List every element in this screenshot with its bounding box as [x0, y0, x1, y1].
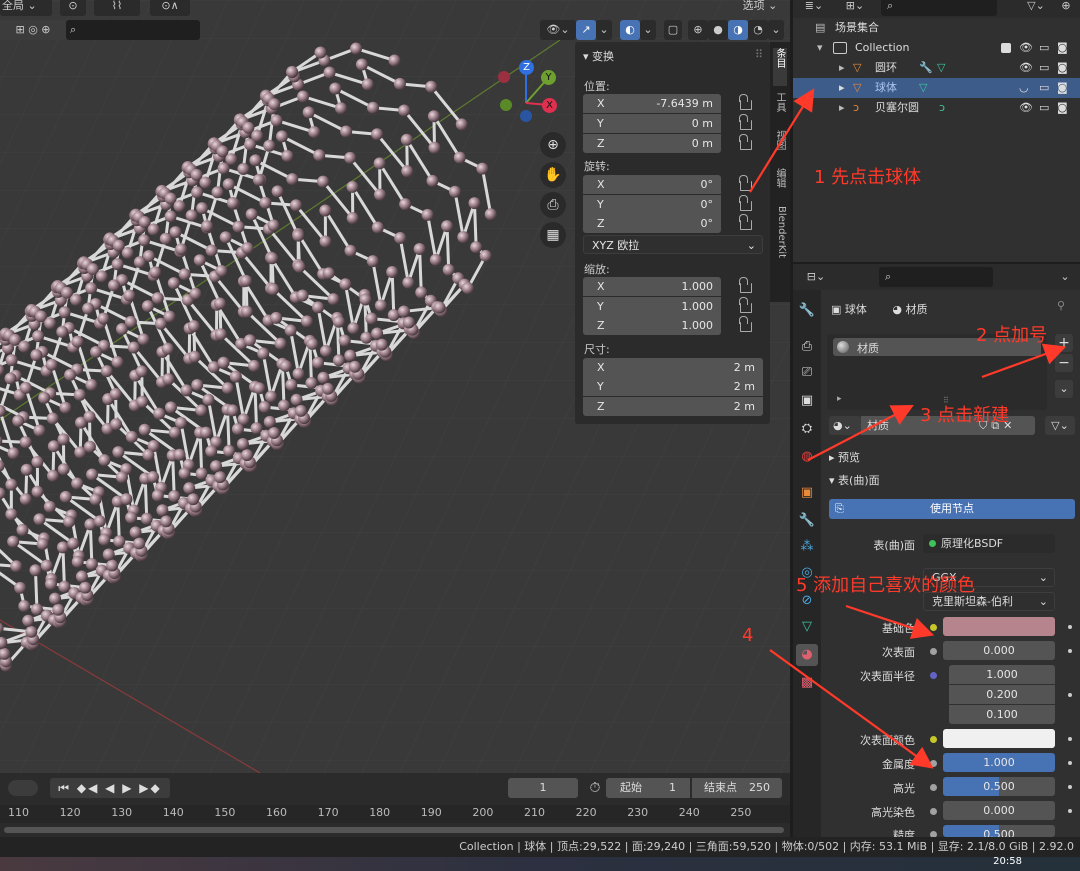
arrow-4 [769, 649, 934, 769]
annotation-step-5: 5 添加自己喜欢的颜色 [796, 575, 976, 596]
annotation-step-1: 1 先点击球体 [814, 167, 922, 188]
annotation-step-2: 2 点加号 [976, 325, 1048, 346]
arrow-3 [807, 404, 914, 461]
annotation-arrows [749, 88, 1067, 769]
annotation-step-4: 4 [742, 625, 754, 646]
arrow-1 [749, 88, 815, 193]
annotation-step-3: 3 点击新建 [920, 405, 1010, 426]
arrow-2 [981, 343, 1067, 379]
arrow-5 [845, 604, 935, 639]
